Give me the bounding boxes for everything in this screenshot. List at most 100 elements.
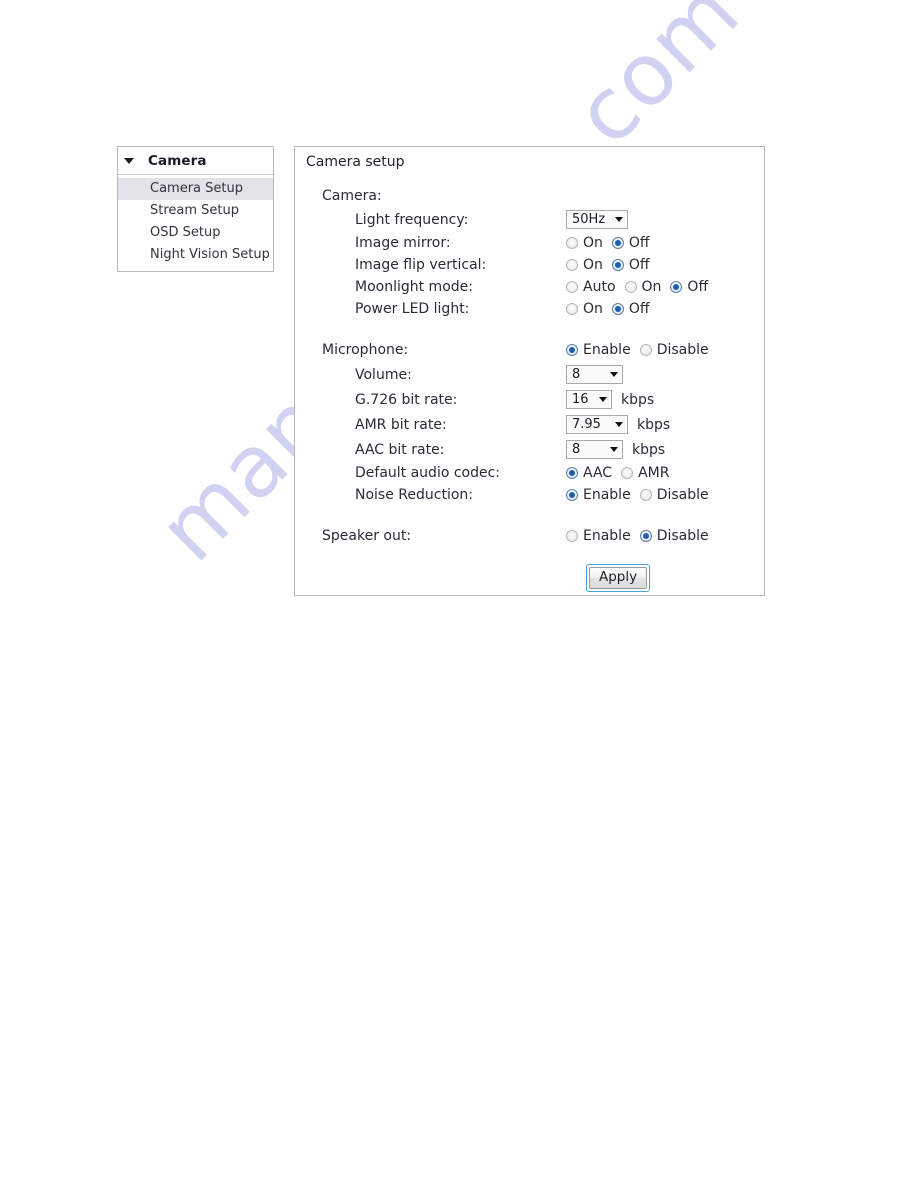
volume-select[interactable]: 8 — [566, 365, 623, 384]
volume-value: 8 — [572, 367, 581, 382]
radio-icon — [566, 529, 578, 542]
aac-bit-rate-label: AAC bit rate: — [355, 441, 445, 458]
g726-bit-rate-select[interactable]: 16 — [566, 390, 612, 409]
camera-setup-form: Camera: Light frequency: 50Hz Image mirr… — [295, 185, 764, 594]
amr-bit-rate-value: 7.95 — [572, 417, 601, 432]
radio-icon — [566, 259, 578, 271]
g726-bit-rate-value: 16 — [572, 392, 589, 407]
default-audio-codec-radio-group: AAC AMR — [566, 465, 669, 481]
apply-spacer — [295, 548, 764, 560]
radio-icon — [624, 281, 637, 293]
sidebar-item-night-vision-setup[interactable]: Night Vision Setup — [118, 244, 273, 266]
aac-bit-rate-value: 8 — [572, 442, 581, 457]
radio-icon-selected — [639, 529, 652, 542]
radio-icon — [566, 303, 578, 315]
radio-icon-selected — [611, 237, 624, 249]
caret-down-icon — [124, 157, 134, 164]
power-led-light-option-on[interactable]: On — [566, 301, 603, 317]
apply-row: Apply — [295, 560, 764, 594]
power-led-light-row: Power LED light: On Off — [295, 298, 764, 320]
default-audio-codec-option-amr[interactable]: AMR — [621, 465, 669, 481]
radio-icon-selected — [566, 467, 578, 479]
light-frequency-row: Light frequency: 50Hz — [295, 207, 764, 232]
radio-icon — [566, 237, 578, 249]
amr-bit-rate-select[interactable]: 7.95 — [566, 415, 628, 434]
image-mirror-radio-group: On Off — [566, 235, 650, 251]
power-led-light-radio-group: On Off — [566, 301, 650, 317]
speaker-out-radio-group: Enable Disable — [566, 528, 709, 544]
moonlight-mode-option-on[interactable]: On — [624, 279, 661, 295]
light-frequency-label: Light frequency: — [355, 211, 469, 228]
g726-bit-rate-unit: kbps — [621, 391, 655, 408]
amr-bit-rate-unit: kbps — [637, 416, 671, 433]
sidebar-item-label: Night Vision Setup — [150, 247, 270, 262]
image-flip-vertical-label: Image flip vertical: — [355, 257, 487, 273]
speaker-out-option-disable[interactable]: Disable — [639, 528, 709, 544]
noise-reduction-option-disable[interactable]: Disable — [639, 487, 709, 503]
sidebar-item-camera-setup[interactable]: Camera Setup — [118, 178, 273, 200]
speaker-out-option-enable[interactable]: Enable — [566, 528, 631, 544]
default-audio-codec-option-aac[interactable]: AAC — [566, 465, 612, 481]
image-mirror-control: On Off — [566, 235, 650, 251]
image-flip-vertical-radio-group: On Off — [566, 257, 650, 273]
radio-icon-selected — [566, 343, 578, 356]
microphone-radio-group: Enable Disable — [566, 342, 709, 358]
radio-icon-selected — [670, 281, 683, 293]
sidebar-item-osd-setup[interactable]: OSD Setup — [118, 222, 273, 244]
volume-control: 8 — [566, 365, 623, 384]
microphone-control: Enable Disable — [566, 342, 709, 358]
image-mirror-option-off[interactable]: Off — [611, 235, 650, 251]
g726-bit-rate-label: G.726 bit rate: — [355, 391, 458, 408]
image-flip-vertical-row: Image flip vertical: On Off — [295, 254, 764, 276]
moonlight-mode-row: Moonlight mode: Auto On Off — [295, 276, 764, 298]
image-flip-vertical-option-off[interactable]: Off — [611, 257, 650, 273]
chevron-down-icon — [615, 217, 623, 222]
moonlight-mode-option-off[interactable]: Off — [670, 279, 708, 295]
image-mirror-row: Image mirror: On Off — [295, 232, 764, 254]
chevron-down-icon — [610, 372, 618, 377]
speaker-out-row: Speaker out: Enable Disable — [295, 523, 764, 548]
noise-reduction-control: Enable Disable — [566, 487, 709, 503]
camera-group-label: Camera: — [322, 188, 382, 204]
g726-bit-rate-row: G.726 bit rate: 16 kbps — [295, 387, 764, 412]
image-flip-vertical-control: On Off — [566, 257, 650, 273]
power-led-light-option-off[interactable]: Off — [611, 301, 650, 317]
aac-bit-rate-row: AAC bit rate: 8 kbps — [295, 437, 764, 462]
microphone-option-enable[interactable]: Enable — [566, 342, 631, 358]
camera-setup-panel: Camera setup Camera: Light frequency: 50… — [294, 146, 765, 596]
default-audio-codec-label: Default audio codec: — [355, 465, 501, 481]
sidebar-group-label: Camera — [148, 152, 207, 169]
power-led-light-label: Power LED light: — [355, 301, 470, 317]
image-flip-vertical-option-on[interactable]: On — [566, 257, 603, 273]
microphone-option-disable[interactable]: Disable — [639, 342, 709, 358]
radio-icon-selected — [611, 303, 624, 315]
volume-label: Volume: — [355, 366, 412, 383]
radio-icon — [621, 467, 634, 479]
noise-reduction-option-enable[interactable]: Enable — [566, 487, 631, 503]
aac-bit-rate-select[interactable]: 8 — [566, 440, 623, 459]
microphone-row: Microphone: Enable Disable — [295, 337, 764, 362]
light-frequency-value: 50Hz — [572, 212, 606, 227]
page-root: Camera Camera Setup Stream Setup OSD Set… — [0, 0, 918, 1188]
aac-bit-rate-unit: kbps — [632, 441, 666, 458]
radio-icon — [566, 281, 578, 293]
noise-reduction-row: Noise Reduction: Enable Disable — [295, 484, 764, 506]
sidebar-group-camera[interactable]: Camera — [118, 147, 273, 175]
image-mirror-option-on[interactable]: On — [566, 235, 603, 251]
power-led-light-control: On Off — [566, 301, 650, 317]
moonlight-mode-label: Moonlight mode: — [355, 279, 473, 295]
moonlight-mode-option-auto[interactable]: Auto — [566, 279, 616, 295]
default-audio-codec-control: AAC AMR — [566, 465, 669, 481]
sidebar-item-stream-setup[interactable]: Stream Setup — [118, 200, 273, 222]
speaker-out-control: Enable Disable — [566, 528, 709, 544]
apply-button[interactable]: Apply — [589, 567, 648, 589]
light-frequency-select[interactable]: 50Hz — [566, 210, 628, 229]
chevron-down-icon — [615, 422, 623, 427]
radio-icon-selected — [566, 489, 578, 501]
panel-title: Camera setup — [306, 154, 405, 170]
moonlight-mode-radio-group: Auto On Off — [566, 279, 708, 295]
speaker-out-label: Speaker out: — [322, 527, 412, 544]
apply-button-focus-ring: Apply — [586, 564, 651, 592]
